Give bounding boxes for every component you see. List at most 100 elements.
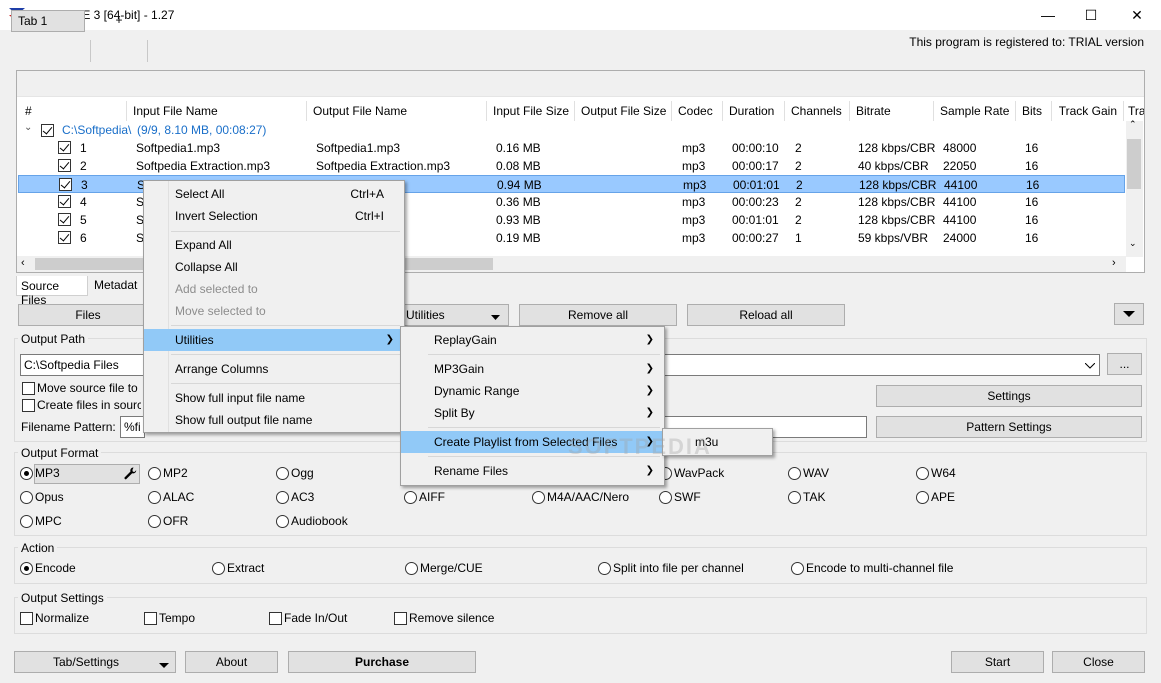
menu-item-split-by[interactable]: Split By ❯: [401, 402, 664, 424]
column-header[interactable]: Duration: [723, 101, 785, 121]
menu-item-mp3gain[interactable]: MP3Gain ❯: [401, 358, 664, 380]
menu-item-arrange-columns[interactable]: Arrange Columns: [144, 358, 404, 380]
format-radio[interactable]: [404, 491, 417, 504]
menu-item-select-all[interactable]: Select All Ctrl+A: [144, 183, 404, 205]
scroll-thumb[interactable]: [1127, 139, 1141, 189]
menu-item-show-input[interactable]: Show full input file name: [144, 387, 404, 409]
row-checkbox[interactable]: [58, 195, 71, 208]
utilities-button[interactable]: Utilities: [403, 304, 509, 326]
column-header[interactable]: Input File Size: [487, 101, 575, 121]
column-header[interactable]: Bitrate: [850, 101, 934, 121]
scroll-left-icon[interactable]: ‹: [21, 257, 25, 269]
column-header[interactable]: Track Gain: [1052, 101, 1124, 121]
format-radio[interactable]: [276, 467, 289, 480]
column-header[interactable]: Channels: [785, 101, 850, 121]
menu-item-rename-files[interactable]: Rename Files ❯: [401, 460, 664, 482]
format-radio[interactable]: [916, 491, 929, 504]
format-radio[interactable]: [276, 491, 289, 504]
column-header[interactable]: Bits: [1016, 101, 1052, 121]
menu-item-add-selected: Add selected to: [175, 282, 258, 296]
column-header[interactable]: Sample Rate: [934, 101, 1016, 121]
tab-1[interactable]: Tab 1: [11, 10, 85, 32]
minimize-button[interactable]: —: [1025, 0, 1071, 30]
folder-checkbox[interactable]: [41, 124, 54, 137]
pattern-input[interactable]: %fi: [120, 416, 145, 438]
column-header[interactable]: Output File Name: [307, 101, 487, 121]
tab-metadata[interactable]: Metadat: [89, 276, 141, 295]
move-source-checkbox[interactable]: [22, 382, 35, 395]
column-header[interactable]: #: [19, 101, 127, 121]
column-header[interactable]: Tra: [1124, 101, 1144, 121]
action-radio[interactable]: [212, 562, 225, 575]
chevron-down-icon[interactable]: ⌄: [24, 122, 32, 133]
column-header[interactable]: Output File Size: [575, 101, 672, 121]
pattern-settings-button[interactable]: Pattern Settings: [876, 416, 1142, 438]
move-source-label: Move source file to: [37, 381, 138, 395]
chevron-right-icon: ❯: [645, 363, 654, 374]
format-radio[interactable]: [916, 467, 929, 480]
format-radio[interactable]: [148, 515, 161, 528]
row-checkbox[interactable]: [58, 213, 71, 226]
format-radio[interactable]: [788, 467, 801, 480]
column-header[interactable]: Codec: [672, 101, 723, 121]
close-button[interactable]: Close: [1052, 651, 1145, 673]
start-button[interactable]: Start: [951, 651, 1044, 673]
action-radio[interactable]: [405, 562, 418, 575]
scroll-up-icon[interactable]: ⌃: [1129, 119, 1137, 130]
row-checkbox[interactable]: [59, 178, 72, 191]
browse-button[interactable]: ...: [1107, 353, 1142, 375]
settings-button[interactable]: Settings: [876, 385, 1142, 407]
about-button[interactable]: About: [185, 651, 278, 673]
purchase-button[interactable]: Purchase: [288, 651, 476, 673]
menu-item-show-output[interactable]: Show full output file name: [144, 409, 404, 431]
format-radio[interactable]: [148, 467, 161, 480]
format-radio[interactable]: [148, 491, 161, 504]
format-radio[interactable]: [276, 515, 289, 528]
column-header[interactable]: Input File Name: [127, 101, 307, 121]
maximize-button[interactable]: ☐: [1068, 0, 1114, 30]
menu-item-dynamic-range[interactable]: Dynamic Range ❯: [401, 380, 664, 402]
format-radio[interactable]: [20, 491, 33, 504]
menu-item-expand-all[interactable]: Expand All: [144, 234, 404, 256]
expand-panel-button[interactable]: [1114, 303, 1144, 325]
tab-settings-button[interactable]: Tab/Settings: [14, 651, 176, 673]
scroll-right-icon[interactable]: ›: [1112, 257, 1116, 269]
row-checkbox[interactable]: [58, 141, 71, 154]
format-radio[interactable]: [532, 491, 545, 504]
format-radio[interactable]: [20, 467, 33, 480]
action-radio[interactable]: [20, 562, 33, 575]
table-row[interactable]: 1 Softpedia1.mp3 Softpedia1.mp3 0.16 MB mp3 0…: [18, 139, 1125, 157]
folder-row[interactable]: ⌄ C:\Softpedia\ (9/9, 8.10 MB, 00:08:27): [18, 121, 1125, 139]
output-setting-checkbox[interactable]: [394, 612, 407, 625]
output-path-title: Output Path: [18, 332, 89, 346]
row-checkbox[interactable]: [58, 159, 71, 172]
format-radio[interactable]: [659, 491, 672, 504]
table-row[interactable]: 2 Softpedia Extraction.mp3 Softpedia Extra…: [18, 157, 1125, 175]
menu-item-utilities[interactable]: Utilities ❯: [144, 329, 404, 351]
output-path-input-tail[interactable]: [663, 354, 1100, 376]
reload-all-button[interactable]: Reload all: [687, 304, 845, 326]
add-tab-button[interactable]: +: [93, 10, 145, 32]
output-setting-checkbox[interactable]: [144, 612, 157, 625]
output-setting-checkbox[interactable]: [20, 612, 33, 625]
close-window-button[interactable]: ✕: [1114, 0, 1160, 30]
format-radio[interactable]: [20, 515, 33, 528]
action-radio[interactable]: [598, 562, 611, 575]
row-checkbox[interactable]: [58, 231, 71, 244]
vertical-scrollbar[interactable]: ⌃ ⌄: [1126, 119, 1143, 257]
output-path-input[interactable]: C:\Softpedia Files: [20, 354, 145, 376]
table-cell: 00:00:10: [732, 141, 779, 155]
menu-item-replaygain[interactable]: ReplayGain ❯: [401, 329, 664, 351]
create-files-checkbox[interactable]: [22, 399, 35, 412]
remove-all-button[interactable]: Remove all: [519, 304, 677, 326]
chevron-down-icon[interactable]: [1084, 358, 1096, 372]
tab-source-files[interactable]: Source Files: [16, 276, 88, 307]
scroll-down-icon[interactable]: ⌄: [1129, 238, 1137, 249]
files-button[interactable]: Files: [18, 304, 158, 326]
output-setting-checkbox[interactable]: [269, 612, 282, 625]
menu-item-collapse-all[interactable]: Collapse All: [144, 256, 404, 278]
wrench-icon[interactable]: [124, 467, 137, 480]
format-radio[interactable]: [788, 491, 801, 504]
menu-item-invert-selection[interactable]: Invert Selection Ctrl+I: [144, 205, 404, 227]
action-radio[interactable]: [791, 562, 804, 575]
